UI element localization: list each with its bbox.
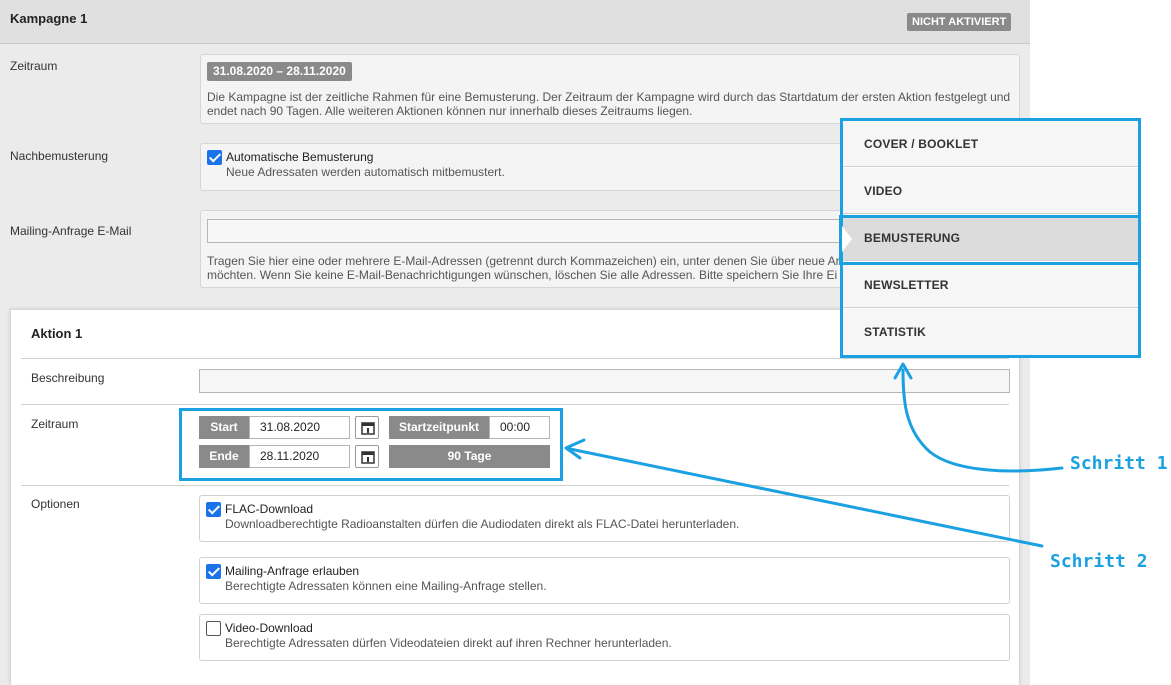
step2-callout: Schritt 2	[1050, 551, 1148, 572]
annotation-arrows	[564, 362, 1064, 548]
step1-callout: Schritt 1	[1070, 453, 1168, 474]
